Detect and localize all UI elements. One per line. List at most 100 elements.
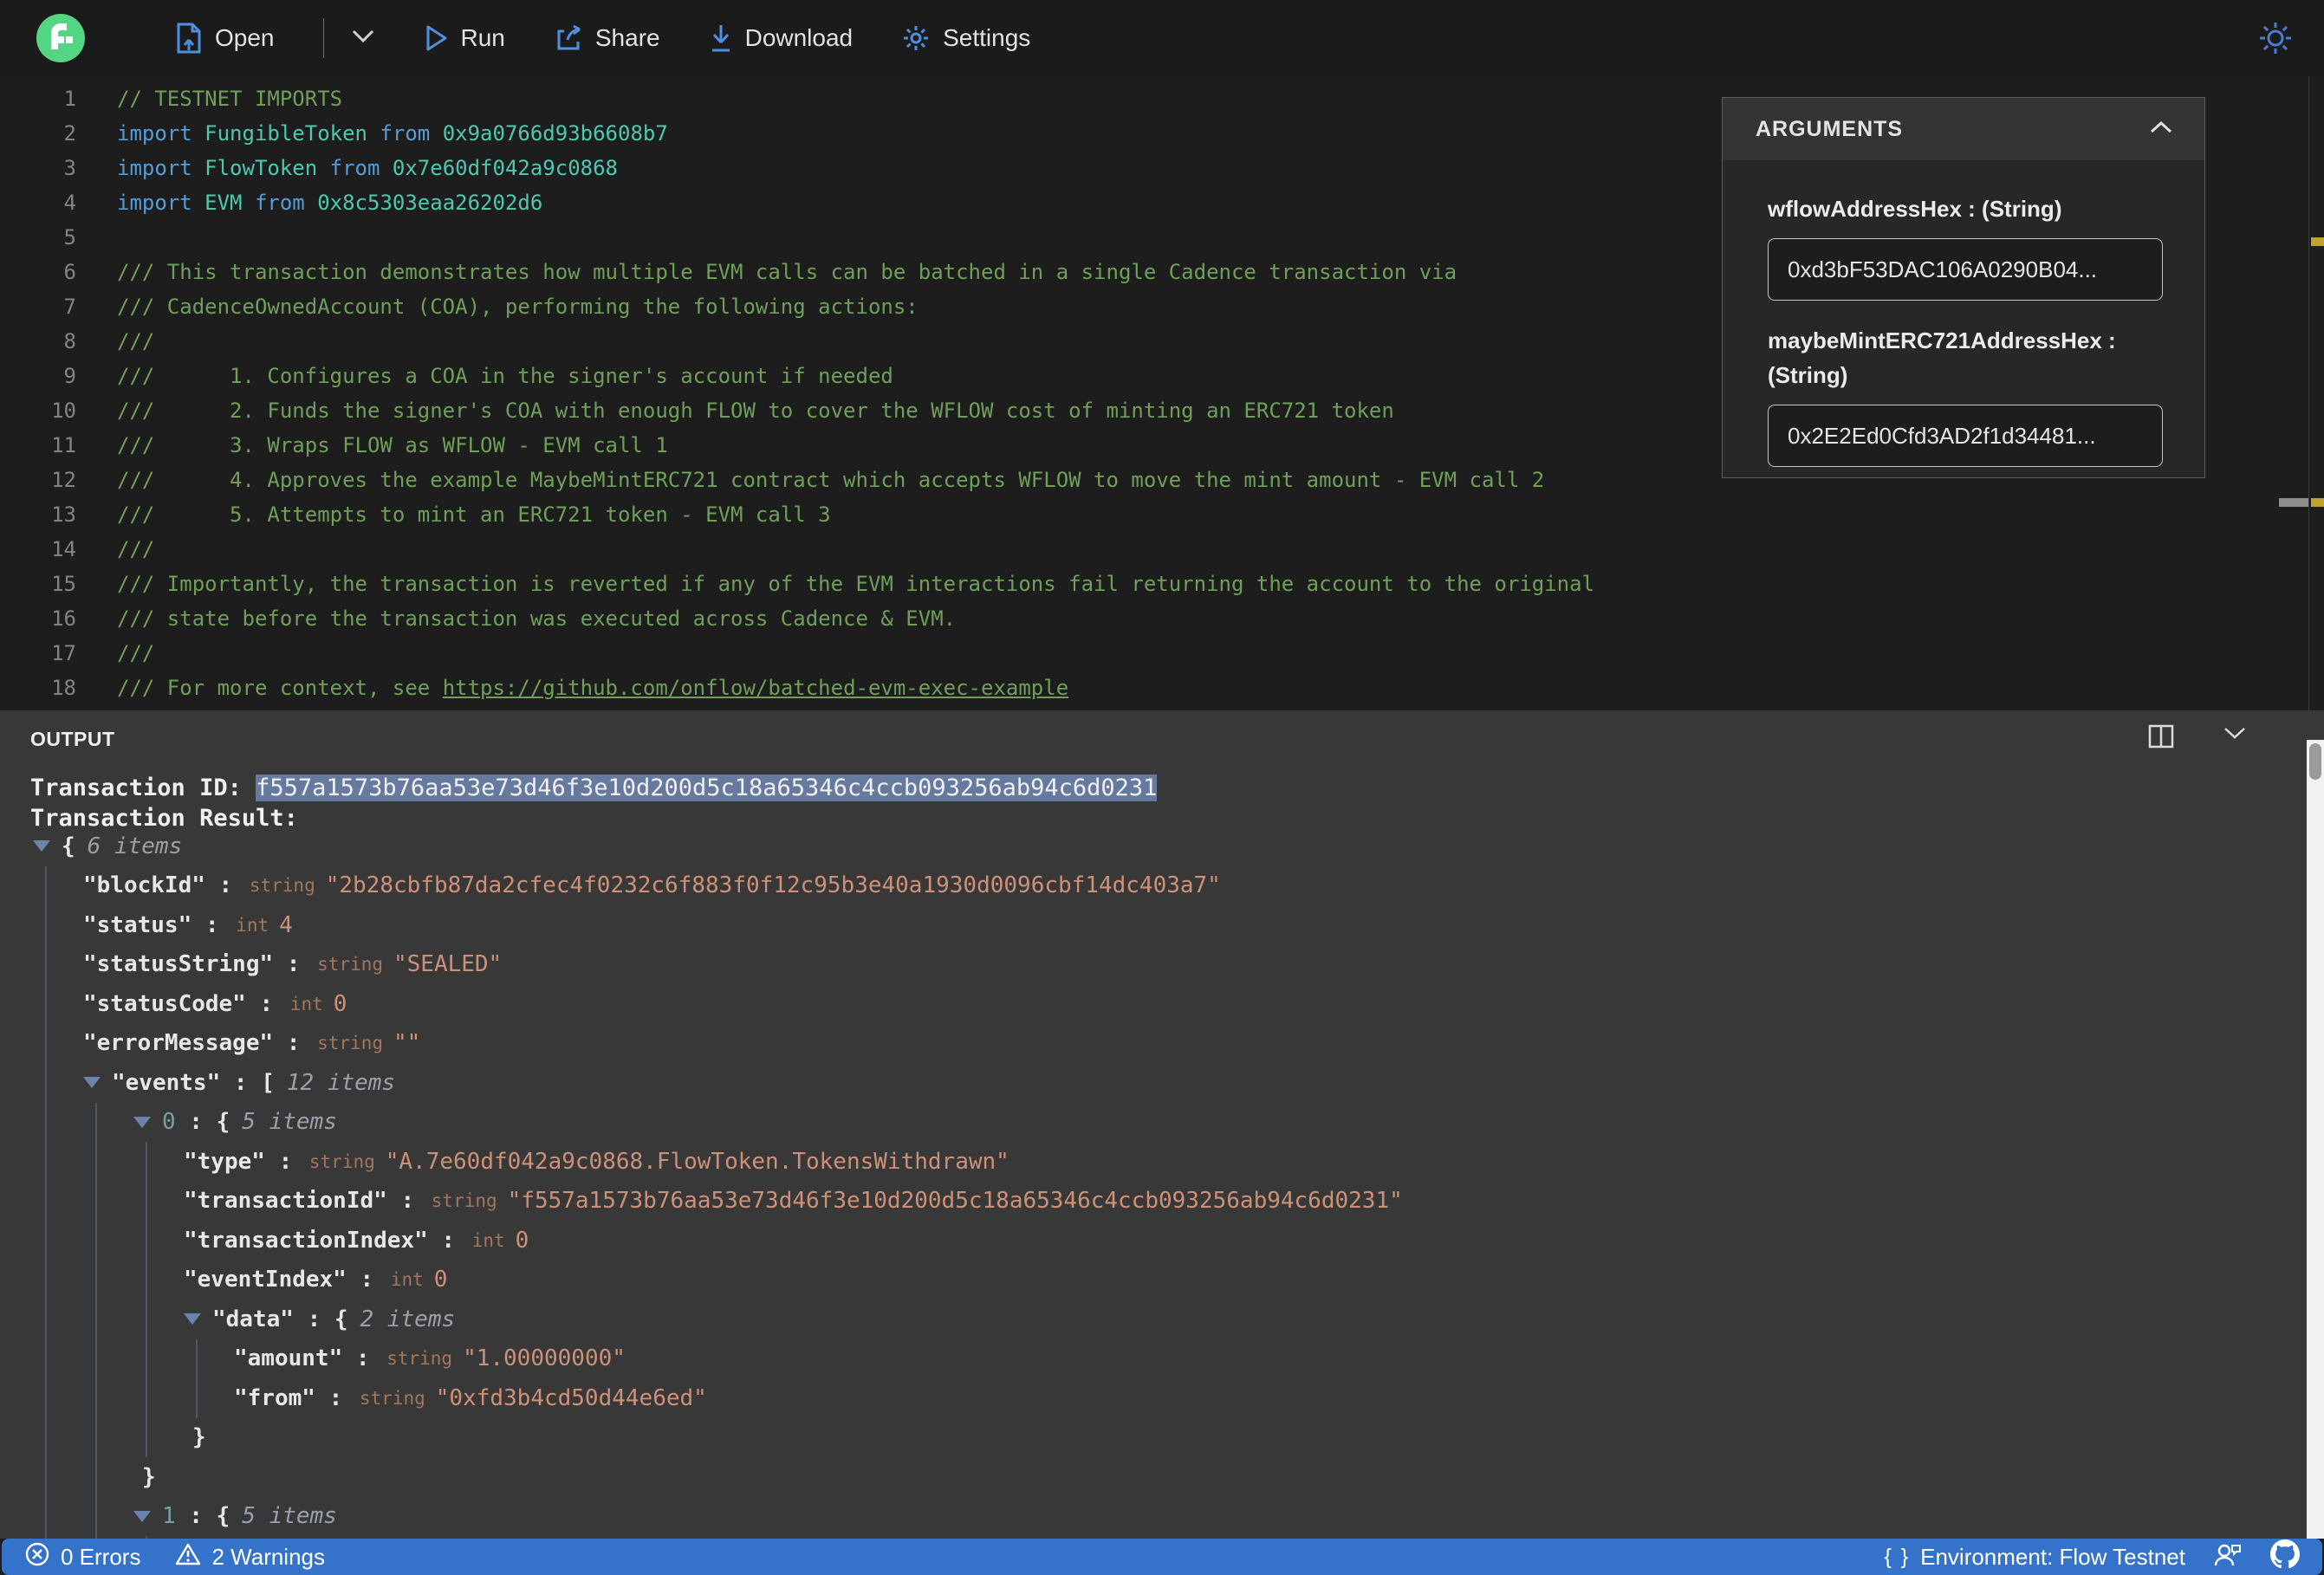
indent-guide [196, 1338, 198, 1418]
json-tree-toggle-row[interactable]: "events" : [12 items [30, 1063, 2303, 1103]
run-label: Run [460, 24, 505, 51]
json-tree-toggle-row[interactable]: {6 items [30, 826, 2303, 866]
json-key: "status" [83, 911, 192, 938]
json-key: "amount" [234, 1345, 343, 1372]
settings-button[interactable]: Settings [901, 23, 1030, 53]
json-value: "A.7e60df042a9c0868.FlowToken.TokensWith… [385, 1148, 1009, 1175]
gear-icon [901, 23, 931, 53]
json-tree-row: "errorMessage" : string "" [83, 1030, 421, 1057]
json-open-brace: { [62, 833, 75, 859]
json-key: "type" [184, 1148, 265, 1175]
download-button[interactable]: Download [709, 23, 853, 53]
code-line: /// Importantly, the transaction is reve… [117, 572, 1595, 596]
collapse-triangle-icon[interactable] [184, 1313, 201, 1325]
json-value: "" [393, 1030, 421, 1057]
line-number: 4 [63, 191, 76, 215]
json-result-tree: {6 items "blockId" : string "2b28cbfb87da2… [30, 826, 2303, 1539]
code-line: /// 4. Approves the example MaybeMintERC… [117, 468, 1545, 492]
argument-label: maybeMintERC721AddressHex : (String) [1768, 327, 2116, 388]
code-line: /// 5. Attempts to mint an ERC721 token … [117, 502, 831, 527]
collapse-triangle-icon[interactable] [133, 1116, 151, 1128]
toolbar-divider [322, 18, 324, 58]
argument-input-1[interactable] [1768, 405, 2163, 467]
json-key: "statusCode" [83, 990, 246, 1017]
warning-marker [2311, 498, 2324, 507]
json-tree-row: } [30, 1457, 2303, 1497]
run-button[interactable]: Run [425, 24, 505, 52]
json-key: "blockId" [83, 872, 205, 899]
collapse-triangle-icon[interactable] [33, 840, 50, 852]
json-tree-toggle-row[interactable]: 1 : {5 items [30, 1497, 2303, 1537]
transaction-id-value[interactable]: f557a1573b76aa53e73d46f3e10d200d5c18a653… [256, 775, 1158, 801]
share-button[interactable]: Share [554, 24, 660, 52]
line-number: 15 [51, 572, 76, 596]
error-icon [24, 1541, 50, 1573]
json-open-brace: { [216, 1503, 230, 1530]
json-type-label: string [308, 1150, 375, 1172]
json-value: "2b28cbfb87da2cfec4f0232c6f883f0f12c95b3… [325, 872, 1221, 899]
flow-logo[interactable] [36, 14, 85, 62]
json-tree-row: "amount" : string "1.00000000" [234, 1345, 626, 1372]
json-items-count: 5 items [242, 1503, 337, 1530]
open-button[interactable]: Open [175, 23, 275, 54]
json-value: 0 [333, 990, 347, 1017]
line-number: 1 [63, 87, 76, 111]
json-tree-row: "transactionIndex" : int 0 [184, 1227, 529, 1254]
indent-guide [45, 865, 47, 1539]
output-title: OUTPUT [30, 728, 115, 750]
output-panel: OUTPUT Transaction ID: f557a1573b76aa53e… [0, 710, 2324, 1539]
json-items-count: 12 items [286, 1069, 396, 1096]
arguments-header[interactable]: ARGUMENTS [1723, 98, 2204, 160]
line-number: 8 [63, 329, 76, 353]
json-items-count: 2 items [360, 1306, 456, 1332]
output-scrollbar-thumb[interactable] [2309, 743, 2321, 780]
json-close-brace: } [192, 1424, 206, 1451]
line-number: 17 [51, 641, 76, 665]
json-tree-row: "blockId" : string "2b28cbfb87da2cfec4f02… [83, 872, 1221, 899]
collapse-triangle-icon[interactable] [83, 1077, 101, 1089]
github-link[interactable] [2270, 1539, 2300, 1575]
warnings-indicator[interactable]: 2 Warnings [175, 1541, 325, 1573]
warnings-count: 2 Warnings [211, 1543, 326, 1570]
environment-indicator[interactable]: { } Environment: Flow Testnet [1884, 1544, 2185, 1571]
json-type-label: int [471, 1229, 505, 1251]
json-tree-row: "status" : int 4 [83, 911, 293, 938]
argument-input-0[interactable] [1768, 238, 2163, 301]
json-key: "data" [212, 1306, 294, 1332]
status-bar: 0 Errors 2 Warnings { } Environment: Flo… [2, 1539, 2322, 1575]
open-file-icon [175, 23, 203, 54]
json-tree-toggle-row[interactable]: "data" : {2 items [30, 1300, 2303, 1339]
settings-label: Settings [943, 24, 1031, 51]
json-open-brace: [ [261, 1069, 275, 1096]
json-key: "transactionId" [184, 1188, 387, 1215]
json-tree-row: "type" : string"A.7e60df042a9c0868.FlowT… [184, 1148, 1009, 1175]
collapse-output-icon[interactable] [2222, 723, 2248, 755]
json-key: "errorMessage" [83, 1030, 274, 1057]
json-tree-row: "from" : string "0xfd3b4cd50d44e6ed" [234, 1384, 707, 1411]
person-feedback-icon [2213, 1540, 2243, 1574]
warning-icon [175, 1541, 201, 1573]
json-type-label: string [431, 1190, 497, 1212]
indent-guide [95, 1102, 97, 1539]
feedback-button[interactable] [2213, 1540, 2243, 1574]
code-line: /// CadenceOwnedAccount (COA), performin… [117, 295, 919, 319]
line-number: 7 [63, 295, 76, 319]
json-key: "events" [112, 1069, 221, 1096]
output-scrollbar[interactable] [2307, 740, 2324, 1539]
line-number: 2 [63, 121, 76, 146]
errors-indicator[interactable]: 0 Errors [24, 1541, 140, 1573]
json-tree-toggle-row[interactable]: 0 : {5 items [30, 1103, 2303, 1143]
code-line: /// [117, 641, 155, 665]
open-dropdown-button[interactable] [350, 28, 376, 49]
code-line: /// 1. Configures a COA in the signer's … [117, 364, 893, 388]
json-key: "transactionIndex" [184, 1227, 428, 1254]
line-number: 10 [51, 399, 76, 423]
arguments-body: wflowAddressHex : (String) maybeMintERC72… [1723, 160, 2204, 481]
share-label: Share [594, 24, 660, 51]
split-view-icon[interactable] [2147, 723, 2175, 755]
theme-toggle-button[interactable] [2256, 19, 2295, 62]
code-line: /// For more context, see https://github… [117, 676, 1069, 700]
code-line: import FungibleToken from 0x9a0766d93b66… [117, 121, 668, 146]
json-key: "from" [234, 1384, 315, 1411]
collapse-triangle-icon[interactable] [133, 1510, 151, 1522]
